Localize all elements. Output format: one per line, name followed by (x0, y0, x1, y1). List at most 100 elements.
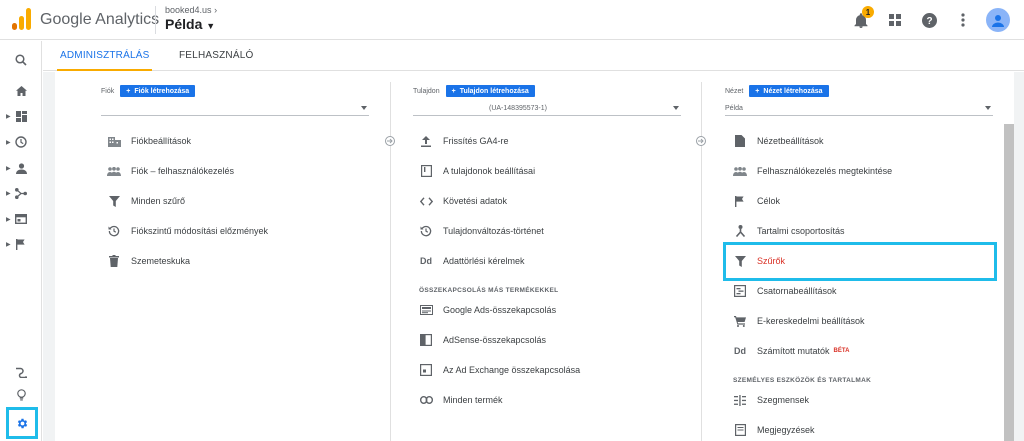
help-button[interactable]: ? (918, 9, 940, 31)
account-column-header: Fiók + Fiók létrehozása (101, 85, 196, 97)
adsense-icon (419, 333, 433, 347)
lightbulb-icon (16, 389, 26, 401)
flag-icon (733, 194, 747, 208)
account-view: Példa (165, 16, 203, 32)
caret-right-icon: ▶ (6, 241, 11, 248)
caret-down-icon: ▼ (206, 21, 216, 31)
property-select-value: (UA-148395573-1) (489, 105, 547, 112)
menu-channel-settings[interactable]: Csatornabeállítások (733, 280, 837, 302)
admin-tabs: ADMINISZTRÁLÁS FELHASZNÁLÓ (43, 41, 1024, 71)
nav-discover[interactable] (0, 384, 42, 406)
property-column-header: Tulajdon + Tulajdon létrehozása (413, 85, 535, 97)
column-separator (696, 136, 706, 146)
nav-search[interactable] (0, 49, 42, 71)
header-divider (155, 6, 156, 34)
account-selector[interactable]: booked4.us › Példa ▼ (165, 5, 217, 32)
nav-attribution[interactable] (0, 361, 42, 383)
person-icon (15, 162, 27, 174)
column-scrollbar[interactable] (1004, 124, 1014, 441)
left-nav: ▶ ▶ ▶ ▶ ▶ ▶ (0, 41, 42, 441)
notes-icon (733, 423, 747, 437)
caret-right-icon: ▶ (6, 165, 11, 172)
menu-content-grouping[interactable]: Tartalmi csoportosítás (733, 220, 845, 242)
chevron-right-icon: › (214, 5, 218, 15)
cart-icon (733, 314, 747, 328)
tab-administration[interactable]: ADMINISZTRÁLÁS (60, 50, 149, 61)
menu-segments[interactable]: Szegmensek (733, 389, 809, 411)
menu-upgrade-ga4[interactable]: Frissítés GA4-re (419, 130, 509, 152)
menu-account-user-management[interactable]: Fiók – felhasználókezelés (107, 160, 234, 182)
menu-google-ads-linking[interactable]: Google Ads-összekapcsolás (419, 299, 556, 321)
section-title-personal-tools: SZEMÉLYES ESZKÖZÖK ÉS TARTALMAK (733, 377, 872, 384)
help-icon: ? (921, 12, 937, 28)
dashboard-icon (15, 110, 27, 122)
create-view-button[interactable]: + Nézet létrehozása (749, 85, 829, 97)
behavior-icon (15, 214, 27, 224)
brand-name: Google Analytics (40, 11, 160, 28)
svg-text:?: ? (926, 16, 932, 27)
avatar[interactable] (986, 8, 1010, 32)
menu-ad-exchange-linking[interactable]: Az Ad Exchange összekapcsolása (419, 359, 580, 381)
user-icon (992, 15, 1004, 27)
plus-icon: + (451, 87, 456, 95)
view-select[interactable]: Példa (725, 102, 993, 116)
menu-data-deletion-requests[interactable]: Dd Adattörlési kérelmek (419, 250, 525, 272)
menu-adsense-linking[interactable]: AdSense-összekapcsolás (419, 329, 546, 351)
gear-icon (17, 418, 27, 428)
notification-badge: 1 (862, 6, 874, 18)
nav-realtime[interactable]: ▶ (0, 131, 42, 153)
nav-customization[interactable]: ▶ (0, 105, 42, 127)
search-icon (15, 54, 27, 66)
create-account-button[interactable]: + Fiók létrehozása (120, 85, 196, 97)
caret-right-icon: ▶ (6, 216, 11, 223)
caret-right-icon: ▶ (6, 190, 11, 197)
menu-calculated-metrics[interactable]: Dd Számított mutatók BÉTA (733, 340, 849, 362)
building-icon (107, 134, 121, 148)
apps-grid-icon (889, 14, 901, 26)
people-icon (733, 164, 747, 178)
menu-account-settings[interactable]: Fiókbeállítások (107, 130, 191, 152)
account-select[interactable] (101, 102, 369, 116)
apps-button[interactable] (884, 9, 906, 31)
nav-conversions[interactable]: ▶ (0, 233, 42, 255)
menu-all-filters[interactable]: Minden szűrő (107, 190, 185, 212)
home-icon (15, 86, 27, 96)
dropdown-caret-icon (985, 106, 991, 110)
property-select[interactable]: (UA-148395573-1) (413, 102, 681, 116)
ads-icon (419, 303, 433, 317)
tab-user[interactable]: FELHASZNÁLÓ (179, 50, 253, 61)
menu-ecommerce-settings[interactable]: E-kereskedelmi beállítások (733, 310, 865, 332)
menu-annotations[interactable]: Megjegyzések (733, 419, 815, 441)
upgrade-icon (419, 134, 433, 148)
analytics-logo-icon[interactable] (12, 8, 32, 30)
column-separator (385, 136, 395, 146)
menu-property-settings[interactable]: A tulajdonok beállításai (419, 160, 535, 182)
more-vert-icon (961, 13, 965, 27)
menu-tracking-info[interactable]: Követési adatok (419, 190, 507, 212)
menu-view-user-management[interactable]: Felhasználókezelés megtekintése (733, 160, 892, 182)
menu-trash-can[interactable]: Szemeteskuka (107, 250, 190, 272)
nav-behavior[interactable]: ▶ (0, 208, 42, 230)
menu-account-change-history[interactable]: Fiókszintű módosítási előzmények (107, 220, 268, 242)
menu-goals[interactable]: Célok (733, 190, 780, 212)
account-site: booked4.us (165, 5, 212, 15)
section-title-product-linking: ÖSSZEKAPCSOLÁS MÁS TERMÉKEKKEL (419, 287, 559, 294)
notifications-button[interactable]: 1 (850, 6, 874, 31)
menu-all-products[interactable]: Minden termék (419, 389, 503, 411)
nav-acquisition[interactable]: ▶ (0, 182, 42, 204)
attribution-icon (16, 367, 27, 378)
filter-icon (107, 194, 121, 208)
view-label: Nézet (725, 87, 744, 95)
create-property-button[interactable]: + Tulajdon létrehozása (445, 85, 535, 97)
menu-view-settings[interactable]: Nézetbeállítások (733, 130, 824, 152)
caret-right-icon: ▶ (6, 139, 11, 146)
nav-admin[interactable] (6, 407, 38, 439)
nav-home[interactable] (0, 80, 42, 102)
more-menu-button[interactable] (952, 9, 974, 31)
beta-badge: BÉTA (833, 348, 850, 354)
dd-icon: Dd (420, 256, 432, 266)
dd-icon: Dd (734, 346, 746, 356)
nav-audience[interactable]: ▶ (0, 157, 42, 179)
menu-property-change-history[interactable]: Tulajdonváltozás-történet (419, 220, 544, 242)
admin-content: Fiók + Fiók létrehozása Fiókbeállítások F… (43, 72, 1024, 441)
